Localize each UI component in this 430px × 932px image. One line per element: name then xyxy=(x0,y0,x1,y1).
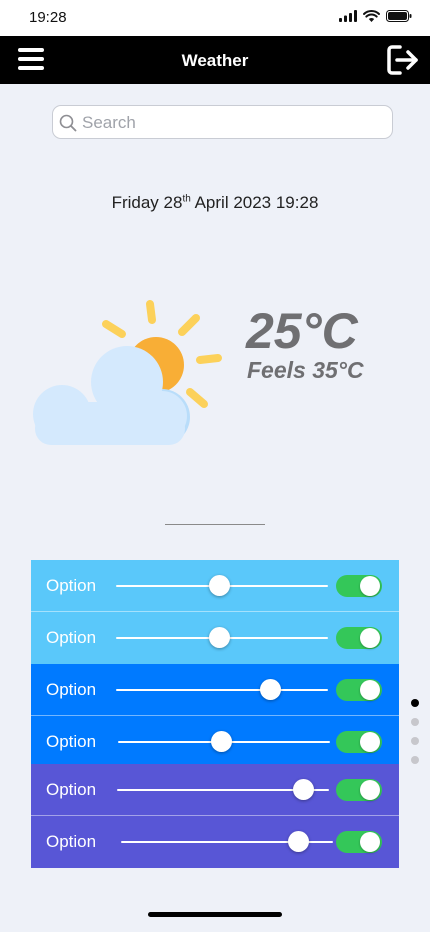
option-row: Option xyxy=(31,560,399,612)
option-label: Option xyxy=(46,628,97,647)
page-dot[interactable] xyxy=(411,718,419,726)
date-rest: April 2023 19:28 xyxy=(190,193,319,212)
option-label: Option xyxy=(46,576,97,595)
option-label: Option xyxy=(46,832,97,851)
page-dot[interactable] xyxy=(411,699,419,707)
search-input[interactable] xyxy=(80,106,384,140)
slider-thumb[interactable] xyxy=(288,831,310,852)
option-slider[interactable] xyxy=(116,574,328,598)
page-indicator xyxy=(411,699,419,764)
slider-thumb[interactable] xyxy=(292,779,314,800)
slider-thumb[interactable] xyxy=(208,627,230,648)
option-slider[interactable] xyxy=(117,778,329,802)
slider-thumb[interactable] xyxy=(210,731,232,752)
date-time-label: Friday 28th April 2023 19:28 xyxy=(0,193,430,213)
slider-thumb[interactable] xyxy=(208,575,230,596)
option-label: Option xyxy=(46,680,97,699)
option-toggle[interactable] xyxy=(336,731,382,753)
date-ordinal: th xyxy=(182,193,191,205)
logout-button[interactable] xyxy=(386,44,420,76)
nav-title: Weather xyxy=(181,51,249,70)
option-toggle[interactable] xyxy=(336,627,382,649)
cellular-signal-icon xyxy=(339,10,357,22)
status-time: 19:28 xyxy=(29,9,67,26)
option-toggle[interactable] xyxy=(336,575,382,597)
date-day: Friday 28 xyxy=(111,193,183,212)
status-bar: 19:28 xyxy=(0,0,430,36)
option-row: Option xyxy=(31,764,399,816)
option-toggle[interactable] xyxy=(336,831,382,853)
option-row: Option xyxy=(31,664,399,716)
feels-like-value: Feels 35°C xyxy=(247,357,364,383)
option-slider[interactable] xyxy=(121,830,333,854)
option-slider[interactable] xyxy=(116,678,328,702)
battery-icon xyxy=(386,10,412,22)
temperature-value: 25°C xyxy=(246,303,358,359)
divider xyxy=(165,524,265,525)
status-icons xyxy=(339,10,412,22)
option-label: Option xyxy=(46,732,97,751)
search-bar[interactable] xyxy=(52,105,393,140)
option-toggle[interactable] xyxy=(336,779,382,801)
option-label: Option xyxy=(46,780,97,799)
wifi-icon xyxy=(363,10,380,22)
nav-bar: Weather xyxy=(0,36,430,84)
slider-thumb[interactable] xyxy=(259,679,281,700)
page-dot[interactable] xyxy=(411,756,419,764)
option-toggle[interactable] xyxy=(336,679,382,701)
option-slider[interactable] xyxy=(116,626,328,650)
search-icon xyxy=(59,114,77,132)
home-indicator[interactable] xyxy=(148,912,282,917)
option-row: Option xyxy=(31,816,399,868)
option-slider[interactable] xyxy=(118,730,330,754)
page-dot[interactable] xyxy=(411,737,419,745)
logout-icon xyxy=(387,45,418,75)
option-row: Option xyxy=(31,716,399,768)
option-row: Option xyxy=(31,612,399,664)
sun-behind-cloud-icon xyxy=(33,300,222,445)
